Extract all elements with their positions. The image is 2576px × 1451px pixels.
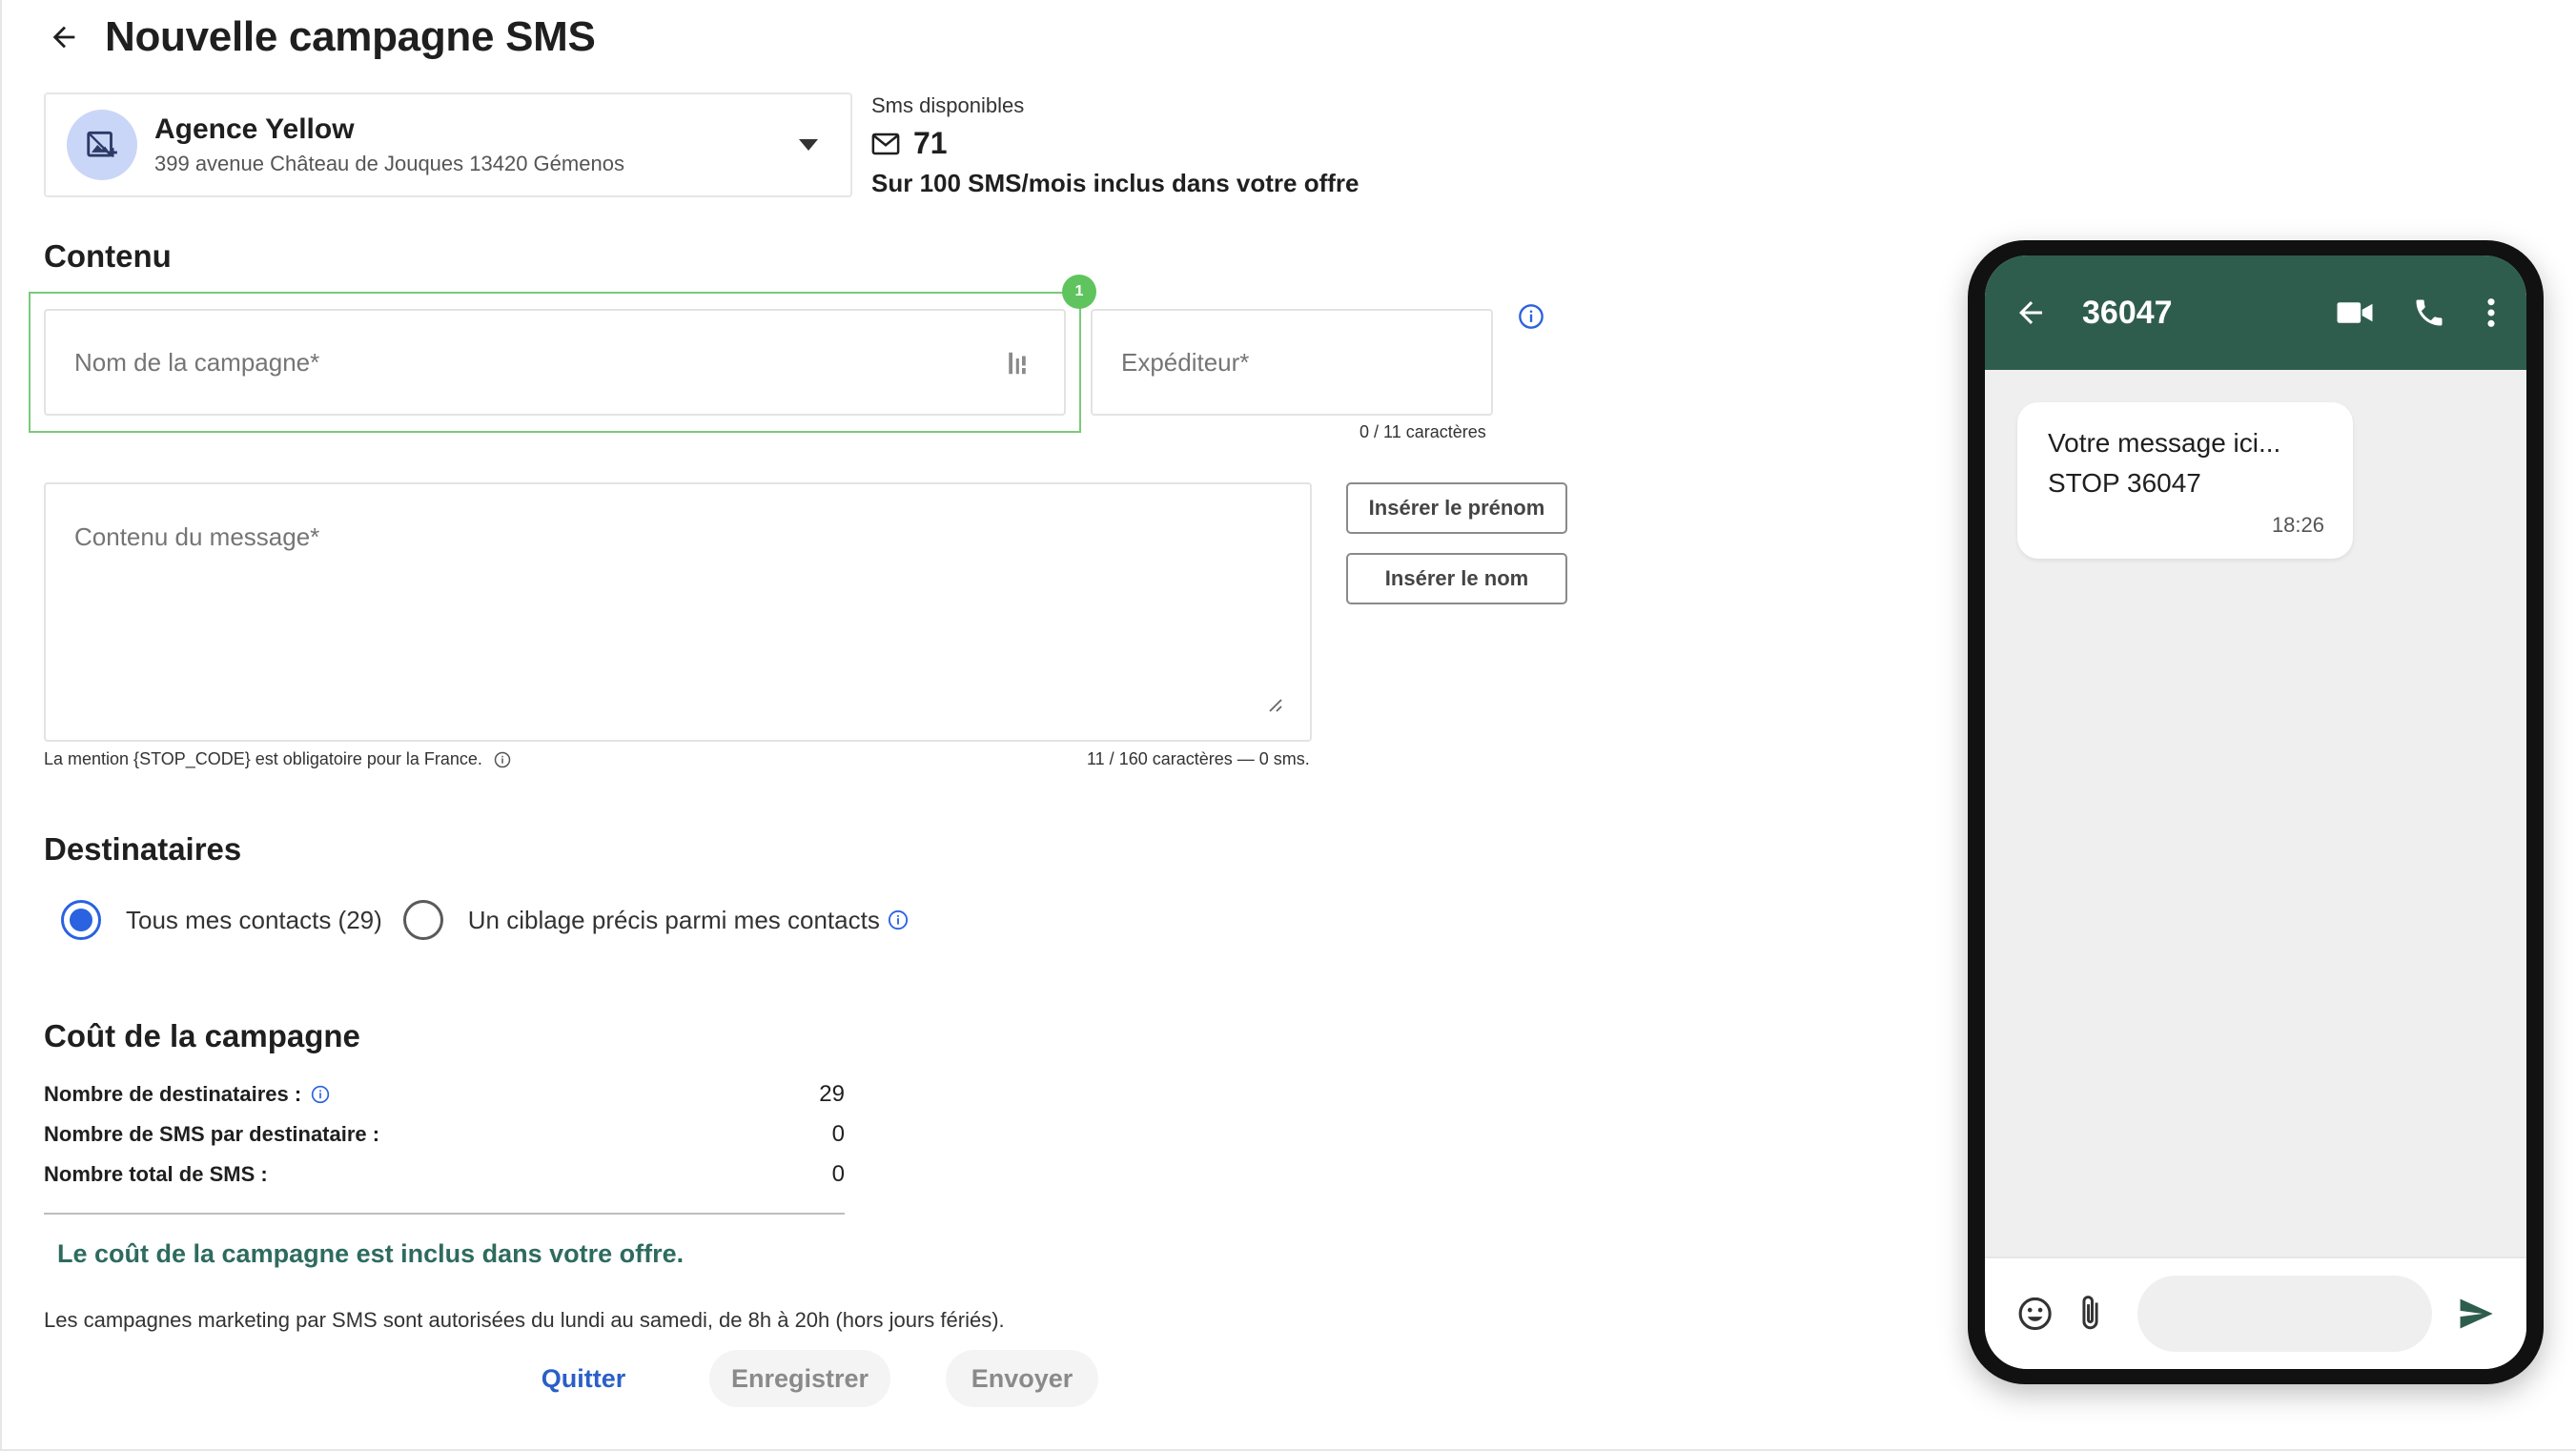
cost-row-recipients: Nombre de destinataires : 29 — [44, 1081, 845, 1108]
bubble-line-1: Votre message ici... — [2048, 428, 2281, 458]
phone-contact-number: 36047 — [2082, 294, 2173, 331]
bubble-time: 18:26 — [2271, 513, 2324, 537]
agency-selector[interactable]: Agence Yellow 399 avenue Château de Jouq… — [44, 92, 852, 197]
content-section-title: Contenu — [44, 238, 172, 274]
mention-text: La mention {STOP_CODE} est obligatoire p… — [44, 749, 482, 768]
message-textarea[interactable]: Contenu du message* — [44, 482, 1312, 742]
sms-available: Sms disponibles 71 Sur 100 SMS/mois incl… — [871, 93, 1359, 198]
caret-down-icon — [799, 139, 818, 151]
stop-code-mention: La mention {STOP_CODE} est obligatoire p… — [44, 749, 511, 769]
agency-address: 399 avenue Château de Jouques 13420 Géme… — [154, 152, 624, 175]
legal-note: Les campagnes marketing par SMS sont aut… — [44, 1308, 1005, 1332]
page-title: Nouvelle campagne SMS — [105, 13, 596, 60]
message-char-count: 11 / 160 caractères — 0 sms. — [1087, 749, 1310, 768]
back-button[interactable] — [44, 17, 84, 57]
send-button[interactable]: Envoyer — [946, 1350, 1098, 1407]
mail-icon — [871, 133, 900, 154]
sender-char-count: 0 / 11 caractères — [1360, 422, 1486, 441]
phone-preview: 36047 Votre message ici... STOP 36047 18… — [1968, 240, 2544, 1384]
sms-available-note: Sur 100 SMS/mois inclus dans votre offre — [871, 169, 1360, 197]
phone-icon — [2416, 299, 2443, 326]
sender-placeholder: Expéditeur* — [1121, 347, 1250, 377]
cost-label-text: Nombre de destinataires : — [44, 1082, 302, 1106]
phone-screen: 36047 Votre message ici... STOP 36047 18… — [1985, 255, 2526, 1369]
radio-all-contacts-label[interactable]: Tous mes contacts (29) — [126, 906, 382, 935]
cost-divider — [44, 1213, 845, 1215]
cost-value: 29 — [819, 1081, 845, 1107]
send-icon — [2460, 1298, 2493, 1329]
resize-handle-icon[interactable] — [1266, 696, 1283, 713]
recipients-radio-group: Tous mes contacts (29) Un ciblage précis… — [61, 900, 909, 940]
paperclip-icon — [2082, 1296, 2098, 1330]
radio-targeted-contacts[interactable] — [402, 900, 443, 940]
message-placeholder: Contenu du message* — [74, 522, 320, 551]
cost-section-title: Coût de la campagne — [44, 1018, 360, 1053]
cost-value: 0 — [831, 1121, 845, 1147]
emoji-icon — [2018, 1297, 2052, 1331]
info-icon[interactable] — [494, 751, 511, 768]
sms-available-row: 71 — [871, 126, 1359, 161]
cost-label: Nombre total de SMS : — [44, 1162, 268, 1186]
more-vertical-icon — [2487, 298, 2495, 327]
add-image-icon — [87, 131, 117, 157]
video-camera-icon — [2337, 302, 2373, 323]
radio-targeted-contacts-label[interactable]: Un ciblage précis parmi mes contacts — [468, 906, 880, 935]
phone-footer — [1985, 1257, 2526, 1369]
sms-count: 71 — [913, 126, 948, 160]
arrow-left-icon — [2019, 301, 2042, 324]
arrow-left-icon — [52, 26, 75, 49]
insert-firstname-button[interactable]: Insérer le prénom — [1346, 482, 1567, 534]
cost-row-sms-per-recipient: Nombre de SMS par destinataire : 0 — [44, 1121, 845, 1148]
agency-name: Agence Yellow — [154, 113, 355, 145]
save-button[interactable]: Enregistrer — [709, 1350, 890, 1407]
message-bubble: Votre message ici... STOP 36047 18:26 — [2017, 402, 2353, 559]
cost-included-note: Le coût de la campagne est inclus dans v… — [57, 1239, 685, 1268]
variable-icon[interactable] — [1005, 349, 1030, 378]
sender-input[interactable]: Expéditeur* — [1091, 309, 1493, 416]
info-icon[interactable] — [1518, 303, 1544, 330]
sms-available-label: Sms disponibles — [871, 93, 1025, 117]
step-badge: 1 — [1062, 275, 1096, 309]
info-icon[interactable] — [311, 1085, 330, 1104]
phone-message-input — [2137, 1276, 2432, 1352]
phone-header-icons — [2336, 296, 2498, 330]
bubble-line-2: STOP 36047 — [2048, 468, 2201, 498]
radio-all-contacts[interactable] — [61, 900, 101, 940]
campaign-name-input[interactable]: Nom de la campagne* — [44, 309, 1066, 416]
recipients-section-title: Destinataires — [44, 831, 242, 867]
quit-button[interactable]: Quitter — [517, 1350, 650, 1407]
cost-row-total-sms: Nombre total de SMS : 0 — [44, 1161, 845, 1188]
cost-value: 0 — [831, 1161, 845, 1187]
insert-lastname-button[interactable]: Insérer le nom — [1346, 553, 1567, 604]
agency-text: Agence Yellow 399 avenue Château de Jouq… — [154, 113, 799, 176]
page-header: Nouvelle campagne SMS — [44, 13, 596, 61]
agency-avatar — [67, 110, 137, 180]
cost-label: Nombre de SMS par destinataire : — [44, 1122, 380, 1146]
phone-header: 36047 — [1985, 255, 2526, 370]
cost-label: Nombre de destinataires : — [44, 1082, 330, 1107]
campaign-name-placeholder: Nom de la campagne* — [74, 347, 320, 377]
page: Nouvelle campagne SMS Agence Yellow 399 … — [0, 0, 2576, 1451]
info-icon[interactable] — [888, 909, 909, 930]
